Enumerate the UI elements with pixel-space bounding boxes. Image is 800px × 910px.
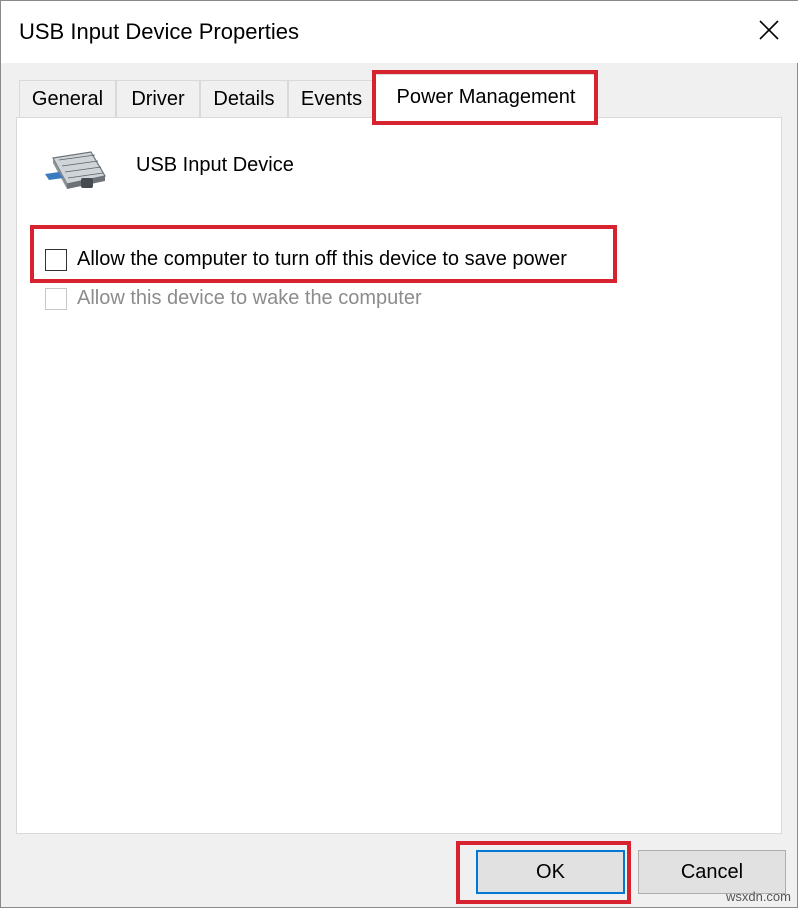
usb-keyboard-icon (45, 148, 109, 197)
properties-dialog: USB Input Device Properties General Driv… (0, 0, 799, 908)
close-button[interactable] (739, 1, 799, 63)
watermark: wsxdn.com (725, 889, 791, 904)
tab-power-management[interactable]: Power Management (375, 74, 597, 119)
allow-power-off-checkbox[interactable] (45, 248, 67, 271)
allow-wake-checkbox-row: Allow this device to wake the computer (45, 287, 422, 310)
allow-power-off-label: Allow the computer to turn off this devi… (77, 248, 567, 270)
tab-details[interactable]: Details (200, 80, 288, 118)
allow-power-off-checkbox-row[interactable]: Allow the computer to turn off this devi… (45, 248, 567, 271)
device-name: USB Input Device (136, 154, 294, 176)
allow-wake-checkbox (45, 287, 67, 310)
ok-button[interactable]: OK (476, 850, 625, 894)
tab-events[interactable]: Events (288, 80, 375, 118)
window-title: USB Input Device Properties (19, 19, 300, 44)
title-bar: USB Input Device Properties (1, 1, 799, 63)
cancel-button[interactable]: Cancel (638, 850, 786, 894)
tab-panel: USB Input Device Allow the computer to t… (16, 117, 782, 834)
close-icon (758, 19, 780, 46)
allow-wake-label: Allow this device to wake the computer (77, 287, 422, 309)
tab-driver[interactable]: Driver (116, 80, 200, 118)
tab-general[interactable]: General (19, 80, 116, 118)
